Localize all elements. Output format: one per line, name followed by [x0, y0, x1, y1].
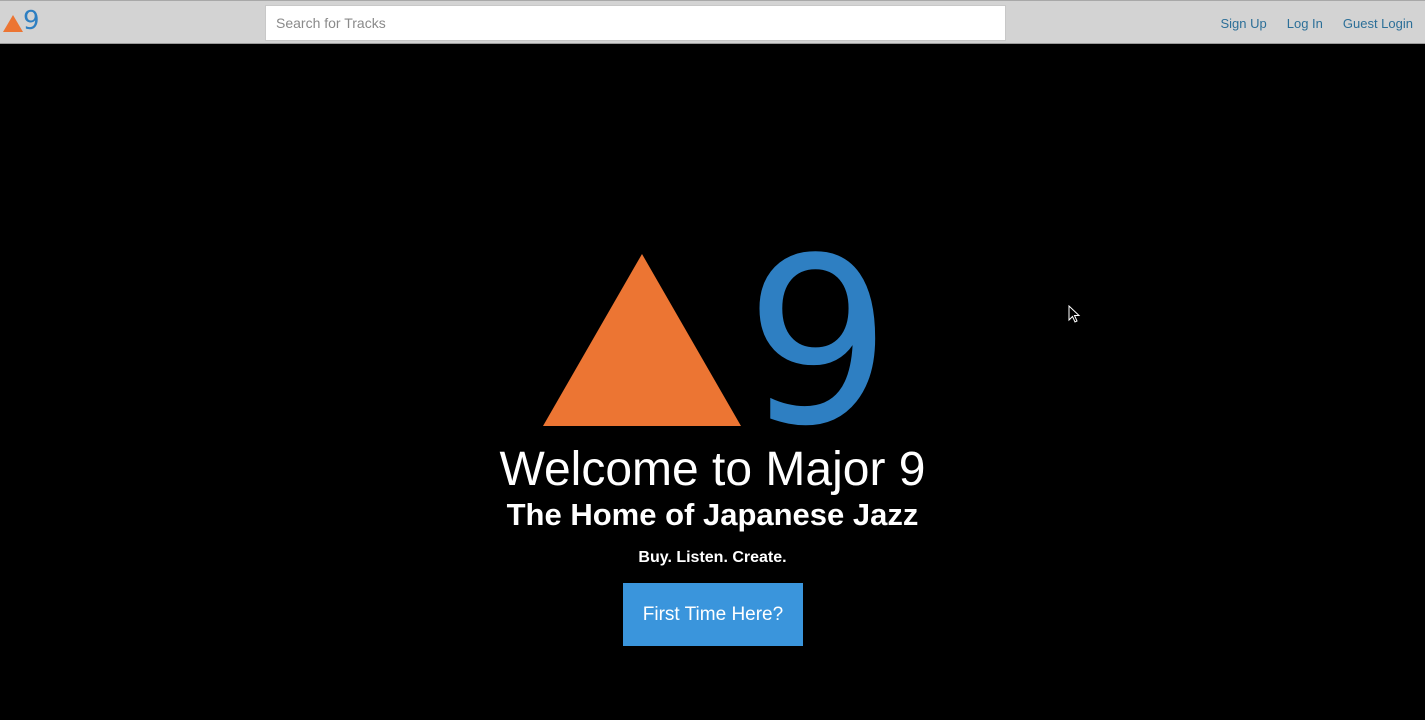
welcome-heading: Welcome to Major 9	[499, 443, 926, 496]
log-in-link[interactable]: Log In	[1287, 16, 1323, 31]
top-navbar: 9 Sign Up Log In Guest Login	[0, 0, 1425, 44]
hero-triangle-icon	[543, 254, 741, 426]
home-logo-link[interactable]: 9	[3, 5, 40, 37]
hero-nine-text: 9	[745, 239, 885, 429]
first-time-here-button[interactable]: First Time Here?	[623, 583, 803, 646]
hero-subtitle: The Home of Japanese Jazz	[506, 497, 919, 532]
auth-links: Sign Up Log In Guest Login	[1200, 1, 1413, 45]
triangle-logo-icon	[3, 14, 23, 32]
hero-logo: 9	[543, 239, 885, 429]
hero-section: 9 Welcome to Major 9 The Home of Japanes…	[0, 44, 1425, 720]
guest-login-link[interactable]: Guest Login	[1343, 16, 1413, 31]
nine-logo-text: 9	[23, 6, 40, 36]
search-input[interactable]	[265, 5, 1006, 41]
hero-tagline: Buy. Listen. Create.	[638, 549, 787, 566]
sign-up-link[interactable]: Sign Up	[1220, 16, 1266, 31]
mouse-pointer-icon	[1068, 305, 1081, 323]
